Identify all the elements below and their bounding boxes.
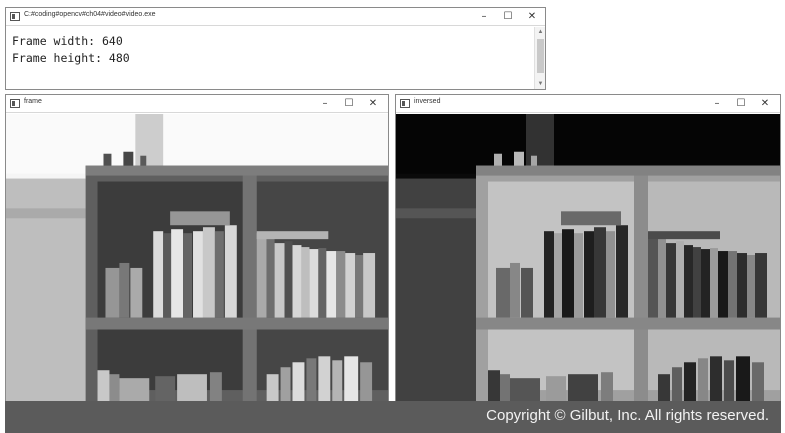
console-app-icon <box>10 12 20 21</box>
inversed-title: inversed <box>414 98 441 105</box>
console-line-frame-height: Frame height: 480 <box>12 51 130 65</box>
scroll-down-icon[interactable]: ▼ <box>535 79 546 89</box>
inverted-bookshelf-photo <box>396 114 780 403</box>
frame-title: frame <box>24 98 42 105</box>
frame-window: frame – ☐ ✕ <box>5 94 389 404</box>
maximize-button[interactable]: ☐ <box>336 95 362 113</box>
console-titlebar[interactable]: C:#coding#opencv#ch04#video#video.exe – … <box>6 8 545 26</box>
console-scrollbar[interactable]: ▲ ▼ <box>534 27 545 89</box>
close-button[interactable]: ✕ <box>360 95 386 113</box>
minimize-button[interactable]: – <box>312 95 338 113</box>
inversed-image <box>396 114 780 403</box>
scroll-up-icon[interactable]: ▲ <box>535 27 546 37</box>
copyright-text: Copyright © Gilbut, Inc. All rights rese… <box>486 407 769 424</box>
console-window: C:#coding#opencv#ch04#video#video.exe – … <box>5 7 546 90</box>
frame-image <box>6 114 388 403</box>
frame-titlebar[interactable]: frame – ☐ ✕ <box>6 95 388 113</box>
inversed-app-icon <box>400 99 410 108</box>
inversed-window: inversed – ☐ ✕ <box>395 94 781 404</box>
inversed-titlebar[interactable]: inversed – ☐ ✕ <box>396 95 780 113</box>
maximize-button[interactable]: ☐ <box>495 8 521 26</box>
console-line-frame-width: Frame width: 640 <box>12 34 123 48</box>
scroll-thumb[interactable] <box>537 39 544 73</box>
close-button[interactable]: ✕ <box>519 8 545 26</box>
console-output: Frame width: 640 Frame height: 480 <box>6 27 533 89</box>
copyright-bar: Copyright © Gilbut, Inc. All rights rese… <box>5 401 781 433</box>
close-button[interactable]: ✕ <box>752 95 778 113</box>
minimize-button[interactable]: – <box>471 8 497 26</box>
bookshelf-photo <box>6 114 388 403</box>
console-title: C:#coding#opencv#ch04#video#video.exe <box>24 11 156 18</box>
maximize-button[interactable]: ☐ <box>728 95 754 113</box>
frame-app-icon <box>10 99 20 108</box>
minimize-button[interactable]: – <box>704 95 730 113</box>
